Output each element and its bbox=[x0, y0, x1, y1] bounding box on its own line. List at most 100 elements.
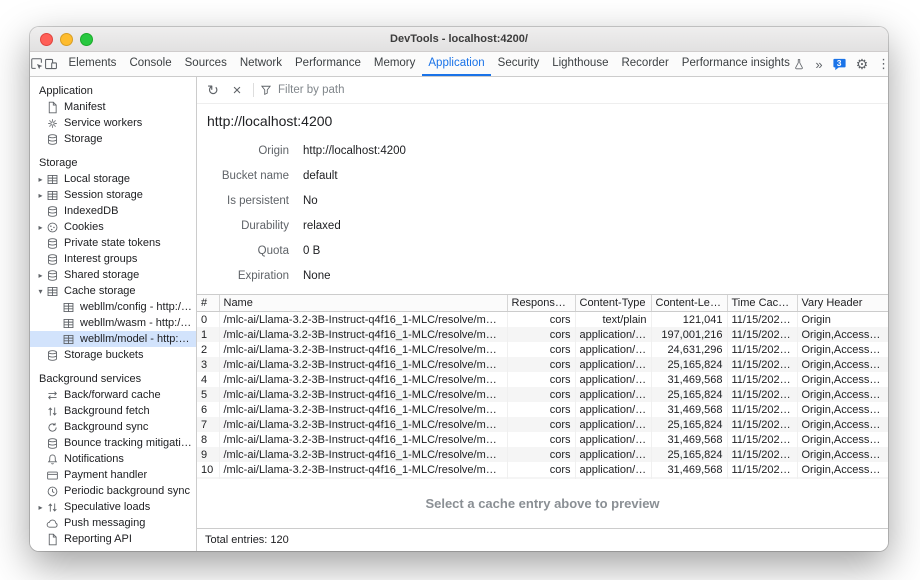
sidebar-item-icon bbox=[46, 405, 59, 418]
sidebar-item[interactable]: Bounce tracking mitigations bbox=[30, 435, 196, 451]
cell-index: 8 bbox=[197, 432, 219, 447]
sidebar-item[interactable]: Private state tokens bbox=[30, 235, 196, 251]
cache-entry-row[interactable]: 1 /mlc-ai/Llama-3.2-3B-Instruct-q4f16_1-… bbox=[197, 327, 888, 342]
cell-index: 2 bbox=[197, 342, 219, 357]
cache-storage-panel: ↻ × http://localhost:4200 Origin http://… bbox=[197, 77, 888, 551]
panel-tab[interactable]: Security bbox=[491, 52, 546, 76]
sidebar-item[interactable]: Storage bbox=[30, 155, 196, 171]
sidebar-item-label: Speculative loads bbox=[64, 501, 196, 513]
sidebar-item[interactable]: Push messaging bbox=[30, 515, 196, 531]
disclosure-arrow-icon[interactable] bbox=[35, 191, 46, 200]
tabbar-right-controls: » 3 ⚙ ⋮ bbox=[805, 52, 888, 76]
filter-by-path-input[interactable] bbox=[276, 83, 440, 97]
cache-entry-row[interactable]: 8 /mlc-ai/Llama-3.2-3B-Instruct-q4f16_1-… bbox=[197, 432, 888, 447]
sidebar-item[interactable]: Background fetch bbox=[30, 403, 196, 419]
close-window-button[interactable] bbox=[40, 33, 53, 46]
sidebar-item[interactable]: Service workers bbox=[30, 115, 196, 131]
column-header-index[interactable]: # bbox=[197, 295, 219, 312]
sidebar-item[interactable]: Reporting API bbox=[30, 531, 196, 547]
inspect-element-icon[interactable] bbox=[30, 52, 44, 76]
column-header-content-type[interactable]: Content-Type bbox=[575, 295, 651, 312]
sidebar-item[interactable]: webllm/config - http://loc… bbox=[30, 299, 196, 315]
panel-tabs: Elements Console Sources Network Perform… bbox=[62, 52, 796, 76]
sidebar-item[interactable]: Storage buckets bbox=[30, 347, 196, 363]
sidebar-item[interactable]: Interest groups bbox=[30, 251, 196, 267]
cache-entry-row[interactable]: 10 /mlc-ai/Llama-3.2-3B-Instruct-q4f16_1… bbox=[197, 462, 888, 477]
cache-entry-row[interactable]: 3 /mlc-ai/Llama-3.2-3B-Instruct-q4f16_1-… bbox=[197, 357, 888, 372]
sidebar-item-icon bbox=[46, 253, 59, 266]
panel-tab-label: Sources bbox=[185, 57, 227, 69]
sidebar-item[interactable]: webllm/model - http://loc… bbox=[30, 331, 196, 347]
disclosure-arrow-icon[interactable] bbox=[35, 223, 46, 232]
sidebar-item[interactable]: Application bbox=[30, 83, 196, 99]
sidebar-item[interactable]: Background sync bbox=[30, 419, 196, 435]
cache-entry-row[interactable]: 7 /mlc-ai/Llama-3.2-3B-Instruct-q4f16_1-… bbox=[197, 417, 888, 432]
cell-vary-header: Origin,Access… bbox=[797, 402, 888, 417]
sidebar-item[interactable]: Storage bbox=[30, 131, 196, 147]
panel-tab[interactable]: Performance insights bbox=[675, 52, 796, 76]
cell-index: 5 bbox=[197, 387, 219, 402]
panel-tab[interactable]: Console bbox=[123, 52, 178, 76]
cell-content-length: 31,469,568 bbox=[651, 402, 727, 417]
panel-tab[interactable]: Sources bbox=[178, 52, 233, 76]
cell-name: /mlc-ai/Llama-3.2-3B-Instruct-q4f16_1-ML… bbox=[219, 357, 507, 372]
metadata-row: Durability relaxed bbox=[197, 213, 888, 238]
cache-entry-row[interactable]: 6 /mlc-ai/Llama-3.2-3B-Instruct-q4f16_1-… bbox=[197, 402, 888, 417]
sidebar-item[interactable]: Session storage bbox=[30, 187, 196, 203]
cache-view: http://localhost:4200 Origin http://loca… bbox=[197, 104, 888, 528]
column-header-vary-header[interactable]: Vary Header bbox=[797, 295, 888, 312]
refresh-icon[interactable]: ↻ bbox=[203, 80, 223, 100]
disclosure-arrow-icon[interactable] bbox=[35, 271, 46, 280]
disclosure-arrow-icon[interactable] bbox=[35, 287, 46, 296]
panel-tab[interactable]: Elements bbox=[62, 52, 123, 76]
zoom-window-button[interactable] bbox=[80, 33, 93, 46]
column-header-response-type[interactable]: Response-Type bbox=[507, 295, 575, 312]
disclosure-arrow-icon[interactable] bbox=[35, 175, 46, 184]
cell-content-length: 25,165,824 bbox=[651, 387, 727, 402]
panel-tab[interactable]: Memory bbox=[367, 52, 422, 76]
delete-selected-icon[interactable]: × bbox=[227, 80, 247, 100]
kebab-menu-icon[interactable]: ⋮ bbox=[877, 56, 888, 72]
disclosure-arrow-icon[interactable] bbox=[35, 503, 46, 512]
sidebar-item-label: Service workers bbox=[64, 117, 196, 129]
sidebar-item[interactable]: Local storage bbox=[30, 171, 196, 187]
device-toolbar-icon[interactable] bbox=[44, 52, 58, 76]
panel-tab[interactable]: Lighthouse bbox=[546, 52, 615, 76]
sidebar-item-icon bbox=[62, 333, 75, 346]
sidebar-item[interactable]: Speculative loads bbox=[30, 499, 196, 515]
issues-badge[interactable]: 3 bbox=[832, 57, 847, 72]
minimize-window-button[interactable] bbox=[60, 33, 73, 46]
column-header-name[interactable]: Name bbox=[219, 295, 507, 312]
sidebar-item[interactable]: Background services bbox=[30, 371, 196, 387]
cache-entry-row[interactable]: 2 /mlc-ai/Llama-3.2-3B-Instruct-q4f16_1-… bbox=[197, 342, 888, 357]
cell-index: 0 bbox=[197, 312, 219, 328]
panel-tab[interactable]: Performance bbox=[289, 52, 368, 76]
sidebar-item[interactable]: IndexedDB bbox=[30, 203, 196, 219]
panel-tab[interactable]: Application bbox=[422, 52, 491, 76]
panel-tab[interactable]: Network bbox=[233, 52, 288, 76]
sidebar-item[interactable]: Shared storage bbox=[30, 267, 196, 283]
sidebar-item-label: Storage bbox=[35, 157, 196, 169]
panel-tab[interactable]: Recorder bbox=[615, 52, 675, 76]
sidebar-item[interactable]: Manifest bbox=[30, 99, 196, 115]
column-header-time-cached[interactable]: Time Cached bbox=[727, 295, 797, 312]
cell-response-type: cors bbox=[507, 387, 575, 402]
cache-entry-row[interactable]: 0 /mlc-ai/Llama-3.2-3B-Instruct-q4f16_1-… bbox=[197, 312, 888, 328]
sidebar-item-icon bbox=[46, 485, 59, 498]
metadata-row: Expiration None bbox=[197, 263, 888, 288]
more-panels-button[interactable]: » bbox=[815, 57, 822, 72]
sidebar-item[interactable]: Cookies bbox=[30, 219, 196, 235]
sidebar-item[interactable]: Periodic background sync bbox=[30, 483, 196, 499]
cache-entry-row[interactable]: 5 /mlc-ai/Llama-3.2-3B-Instruct-q4f16_1-… bbox=[197, 387, 888, 402]
settings-gear-icon[interactable]: ⚙ bbox=[856, 56, 869, 73]
cache-entry-row[interactable]: 9 /mlc-ai/Llama-3.2-3B-Instruct-q4f16_1-… bbox=[197, 447, 888, 462]
sidebar-item[interactable]: Back/forward cache bbox=[30, 387, 196, 403]
column-header-content-length[interactable]: Content-Length bbox=[651, 295, 727, 312]
sidebar-item[interactable]: Cache storage bbox=[30, 283, 196, 299]
sidebar-item[interactable]: Notifications bbox=[30, 451, 196, 467]
sidebar-item[interactable]: Payment handler bbox=[30, 467, 196, 483]
sidebar-item[interactable]: webllm/wasm - http://loca… bbox=[30, 315, 196, 331]
cache-entry-row[interactable]: 4 /mlc-ai/Llama-3.2-3B-Instruct-q4f16_1-… bbox=[197, 372, 888, 387]
filter-icon bbox=[260, 84, 272, 96]
cell-response-type: cors bbox=[507, 447, 575, 462]
